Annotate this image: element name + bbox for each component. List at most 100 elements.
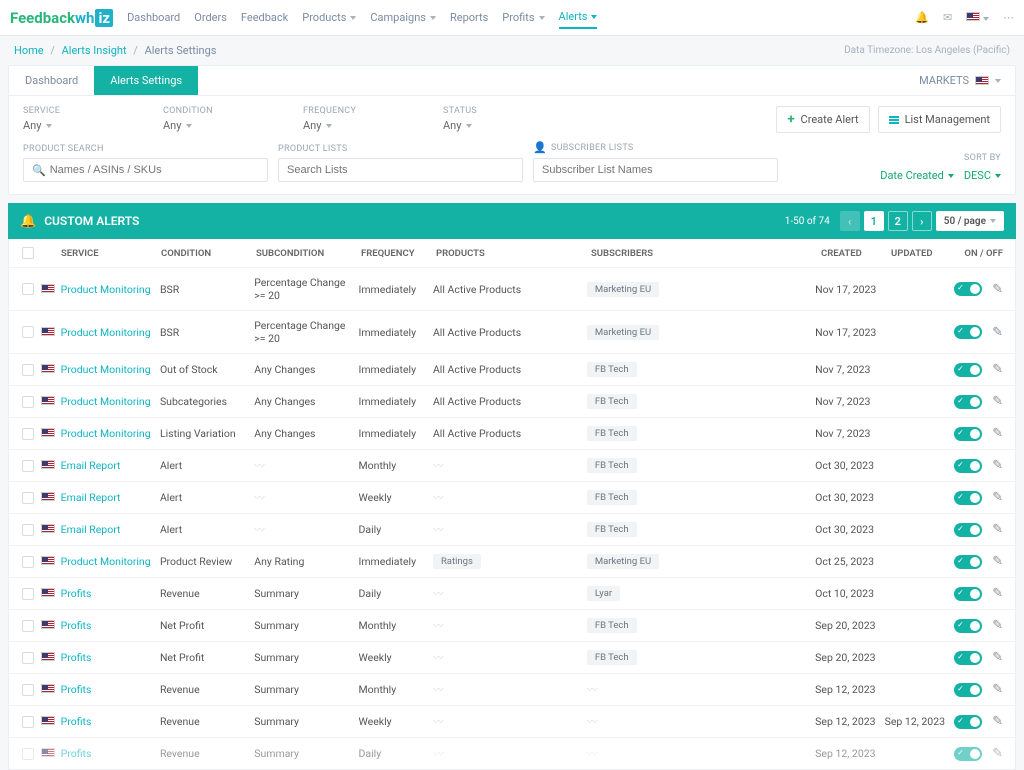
- edit-icon[interactable]: ✎: [992, 714, 1003, 729]
- subscriber-chip[interactable]: FB Tech: [587, 394, 637, 409]
- service-link[interactable]: Product Monitoring: [61, 427, 160, 440]
- pagination-prev[interactable]: ‹: [840, 211, 860, 231]
- service-link[interactable]: Product Monitoring: [61, 363, 160, 376]
- subscriber-chip[interactable]: Marketing EU: [587, 282, 659, 297]
- row-checkbox[interactable]: [22, 524, 34, 536]
- status-toggle[interactable]: [954, 715, 982, 729]
- service-link[interactable]: Profits: [61, 651, 160, 664]
- product-chip[interactable]: Ratings: [433, 554, 481, 569]
- service-link[interactable]: Profits: [61, 747, 160, 760]
- col-condition[interactable]: Condition: [161, 248, 256, 259]
- status-toggle[interactable]: [954, 523, 982, 537]
- nav-products[interactable]: Products: [302, 6, 356, 29]
- sort-dir-selector[interactable]: DESC: [964, 169, 1001, 182]
- col-created[interactable]: Created: [821, 248, 891, 259]
- tab-dashboard[interactable]: Dashboard: [9, 66, 94, 95]
- edit-icon[interactable]: ✎: [992, 426, 1003, 441]
- service-link[interactable]: Profits: [61, 683, 160, 696]
- service-link[interactable]: Product Monitoring: [61, 395, 160, 408]
- subscriber-chip[interactable]: Lyar: [587, 586, 620, 601]
- page-size-selector[interactable]: 50 / page: [936, 211, 1004, 231]
- subscriber-chip[interactable]: FB Tech: [587, 458, 637, 473]
- edit-icon[interactable]: ✎: [992, 325, 1003, 340]
- status-toggle[interactable]: [954, 491, 982, 505]
- row-checkbox[interactable]: [22, 556, 34, 568]
- status-toggle[interactable]: [954, 683, 982, 697]
- row-checkbox[interactable]: [22, 492, 34, 504]
- service-link[interactable]: Email Report: [61, 459, 160, 472]
- row-checkbox[interactable]: [22, 428, 34, 440]
- service-link[interactable]: Product Monitoring: [61, 283, 160, 296]
- mail-icon[interactable]: ✉: [943, 11, 952, 24]
- edit-icon[interactable]: ✎: [992, 282, 1003, 297]
- subscriber-lists-input[interactable]: [542, 164, 769, 176]
- filter-frequency[interactable]: FREQUENCY Any: [303, 106, 413, 132]
- nav-campaigns[interactable]: Campaigns: [370, 6, 436, 29]
- markets-selector[interactable]: MARKETS: [919, 74, 1015, 87]
- subscriber-chip[interactable]: FB Tech: [587, 362, 637, 377]
- edit-icon[interactable]: ✎: [992, 586, 1003, 601]
- row-checkbox[interactable]: [22, 748, 34, 760]
- nav-orders[interactable]: Orders: [194, 6, 227, 29]
- create-alert-button[interactable]: + Create Alert: [776, 106, 869, 133]
- pagination-next[interactable]: ›: [912, 211, 932, 231]
- row-checkbox[interactable]: [22, 396, 34, 408]
- edit-icon[interactable]: ✎: [992, 682, 1003, 697]
- col-service[interactable]: Service: [61, 248, 161, 259]
- filter-service[interactable]: SERVICE Any: [23, 106, 133, 132]
- edit-icon[interactable]: ✎: [992, 650, 1003, 665]
- service-link[interactable]: Product Monitoring: [61, 555, 160, 568]
- breadcrumb-insight[interactable]: Alerts Insight: [62, 44, 127, 57]
- status-toggle[interactable]: [954, 325, 982, 339]
- status-toggle[interactable]: [954, 282, 982, 296]
- subscriber-chip[interactable]: FB Tech: [587, 618, 637, 633]
- nav-dashboard[interactable]: Dashboard: [127, 6, 180, 29]
- status-toggle[interactable]: [954, 747, 982, 761]
- col-products[interactable]: Products: [436, 248, 591, 259]
- status-toggle[interactable]: [954, 651, 982, 665]
- subscriber-chip[interactable]: Marketing EU: [587, 325, 659, 340]
- locale-flag[interactable]: [966, 11, 989, 24]
- row-checkbox[interactable]: [22, 283, 34, 295]
- subscriber-chip[interactable]: FB Tech: [587, 522, 637, 537]
- row-checkbox[interactable]: [22, 684, 34, 696]
- row-checkbox[interactable]: [22, 620, 34, 632]
- edit-icon[interactable]: ✎: [992, 458, 1003, 473]
- col-updated[interactable]: Updated: [891, 248, 961, 259]
- status-toggle[interactable]: [954, 363, 982, 377]
- edit-icon[interactable]: ✎: [992, 618, 1003, 633]
- row-checkbox[interactable]: [22, 326, 34, 338]
- service-link[interactable]: Product Monitoring: [61, 326, 160, 339]
- service-link[interactable]: Email Report: [61, 523, 160, 536]
- edit-icon[interactable]: ✎: [992, 490, 1003, 505]
- list-management-button[interactable]: List Management: [878, 106, 1001, 133]
- row-checkbox[interactable]: [22, 588, 34, 600]
- product-search-input[interactable]: [50, 164, 259, 176]
- status-toggle[interactable]: [954, 587, 982, 601]
- pagination-page-2[interactable]: 2: [888, 211, 908, 231]
- service-link[interactable]: Profits: [61, 715, 160, 728]
- row-checkbox[interactable]: [22, 364, 34, 376]
- status-toggle[interactable]: [954, 427, 982, 441]
- service-link[interactable]: Profits: [61, 587, 160, 600]
- row-checkbox[interactable]: [22, 652, 34, 664]
- nav-profits[interactable]: Profits: [502, 6, 544, 29]
- status-toggle[interactable]: [954, 619, 982, 633]
- nav-reports[interactable]: Reports: [450, 6, 488, 29]
- filter-condition[interactable]: CONDITION Any: [163, 106, 273, 132]
- status-toggle[interactable]: [954, 555, 982, 569]
- brand-logo[interactable]: Feedback wh iz: [10, 9, 113, 27]
- bell-icon[interactable]: 🔔: [915, 11, 929, 24]
- subscriber-chip[interactable]: FB Tech: [587, 650, 637, 665]
- row-checkbox[interactable]: [22, 716, 34, 728]
- status-toggle[interactable]: [954, 395, 982, 409]
- tab-alerts-settings[interactable]: Alerts Settings: [94, 66, 198, 95]
- col-frequency[interactable]: Frequency: [361, 248, 436, 259]
- pagination-page-1[interactable]: 1: [864, 211, 884, 231]
- nav-alerts[interactable]: Alerts: [559, 6, 598, 29]
- breadcrumb-home[interactable]: Home: [14, 44, 44, 57]
- service-link[interactable]: Email Report: [61, 491, 160, 504]
- sort-field-selector[interactable]: Date Created: [880, 169, 954, 182]
- edit-icon[interactable]: ✎: [992, 394, 1003, 409]
- nav-feedback[interactable]: Feedback: [241, 6, 288, 29]
